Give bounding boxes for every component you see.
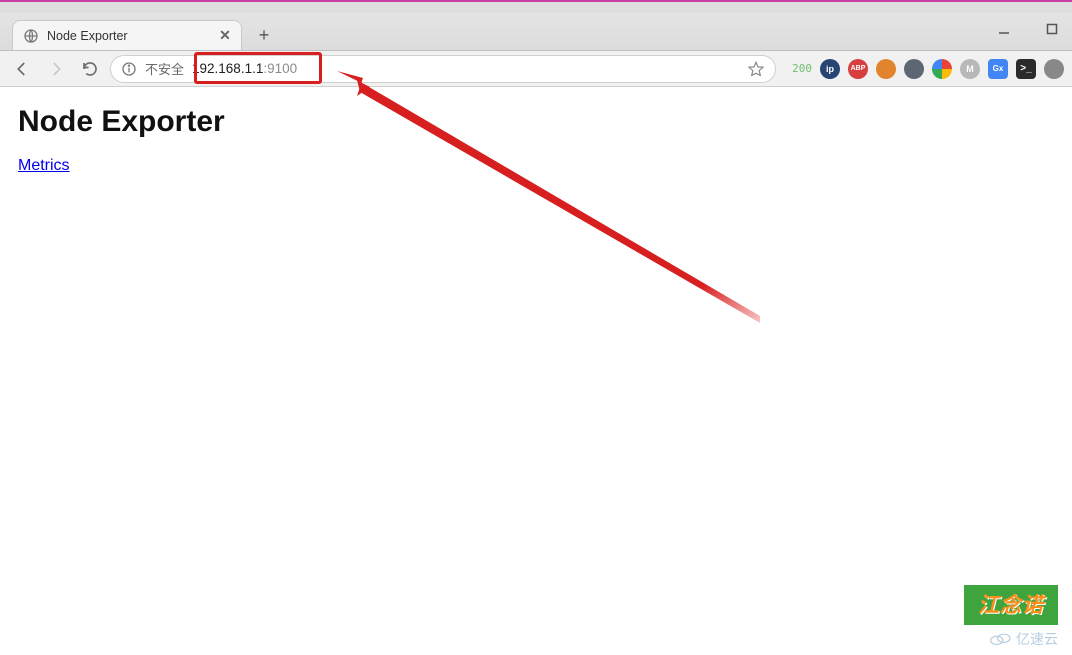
window-controls [990,19,1066,39]
page-title: Node Exporter [18,105,1064,139]
extension-last-icon[interactable] [1044,59,1064,79]
forward-button[interactable] [42,55,70,83]
status-code-badge: 200 [792,62,812,75]
reload-button[interactable] [76,55,104,83]
tab-title: Node Exporter [47,29,217,43]
address-bar[interactable]: 不安全 192.168.1.1:9100 [110,55,776,83]
watermark-brand: 亿速云 [990,629,1058,649]
browser-toolbar: 不安全 192.168.1.1:9100 200 ip ABP M Gx >_ [0,51,1072,87]
extension-translate-icon[interactable]: Gx [988,59,1008,79]
url-port: :9100 [263,61,297,76]
bookmark-star-icon[interactable] [747,60,765,78]
watermark-signature: 江念诺 [964,585,1058,625]
extensions-area: 200 ip ABP M Gx >_ [792,59,1064,79]
url-host: 192.168.1.1 [192,61,263,76]
globe-icon [23,28,39,44]
extension-m-icon[interactable]: M [960,59,980,79]
back-button[interactable] [8,55,36,83]
extension-google-icon[interactable] [932,59,952,79]
browser-tab[interactable]: Node Exporter ✕ [12,20,242,50]
watermark-brand-text: 亿速云 [1016,629,1058,649]
maximize-button[interactable] [1038,19,1066,39]
url-text: 192.168.1.1:9100 [192,61,297,76]
close-icon[interactable]: ✕ [217,28,233,44]
page-content: Node Exporter Metrics [0,87,1072,655]
extension-grey-icon[interactable] [904,59,924,79]
extension-terminal-icon[interactable]: >_ [1016,59,1036,79]
metrics-link[interactable]: Metrics [18,157,70,174]
extension-orange-icon[interactable] [876,59,896,79]
extension-abp-icon[interactable]: ABP [848,59,868,79]
new-tab-button[interactable]: + [250,21,278,49]
tab-strip: Node Exporter ✕ + [0,13,1072,51]
window-titlebar [0,0,1072,13]
extension-ip-icon[interactable]: ip [820,59,840,79]
info-icon[interactable] [121,61,137,77]
minimize-button[interactable] [990,19,1018,39]
security-label: 不安全 [145,59,184,78]
